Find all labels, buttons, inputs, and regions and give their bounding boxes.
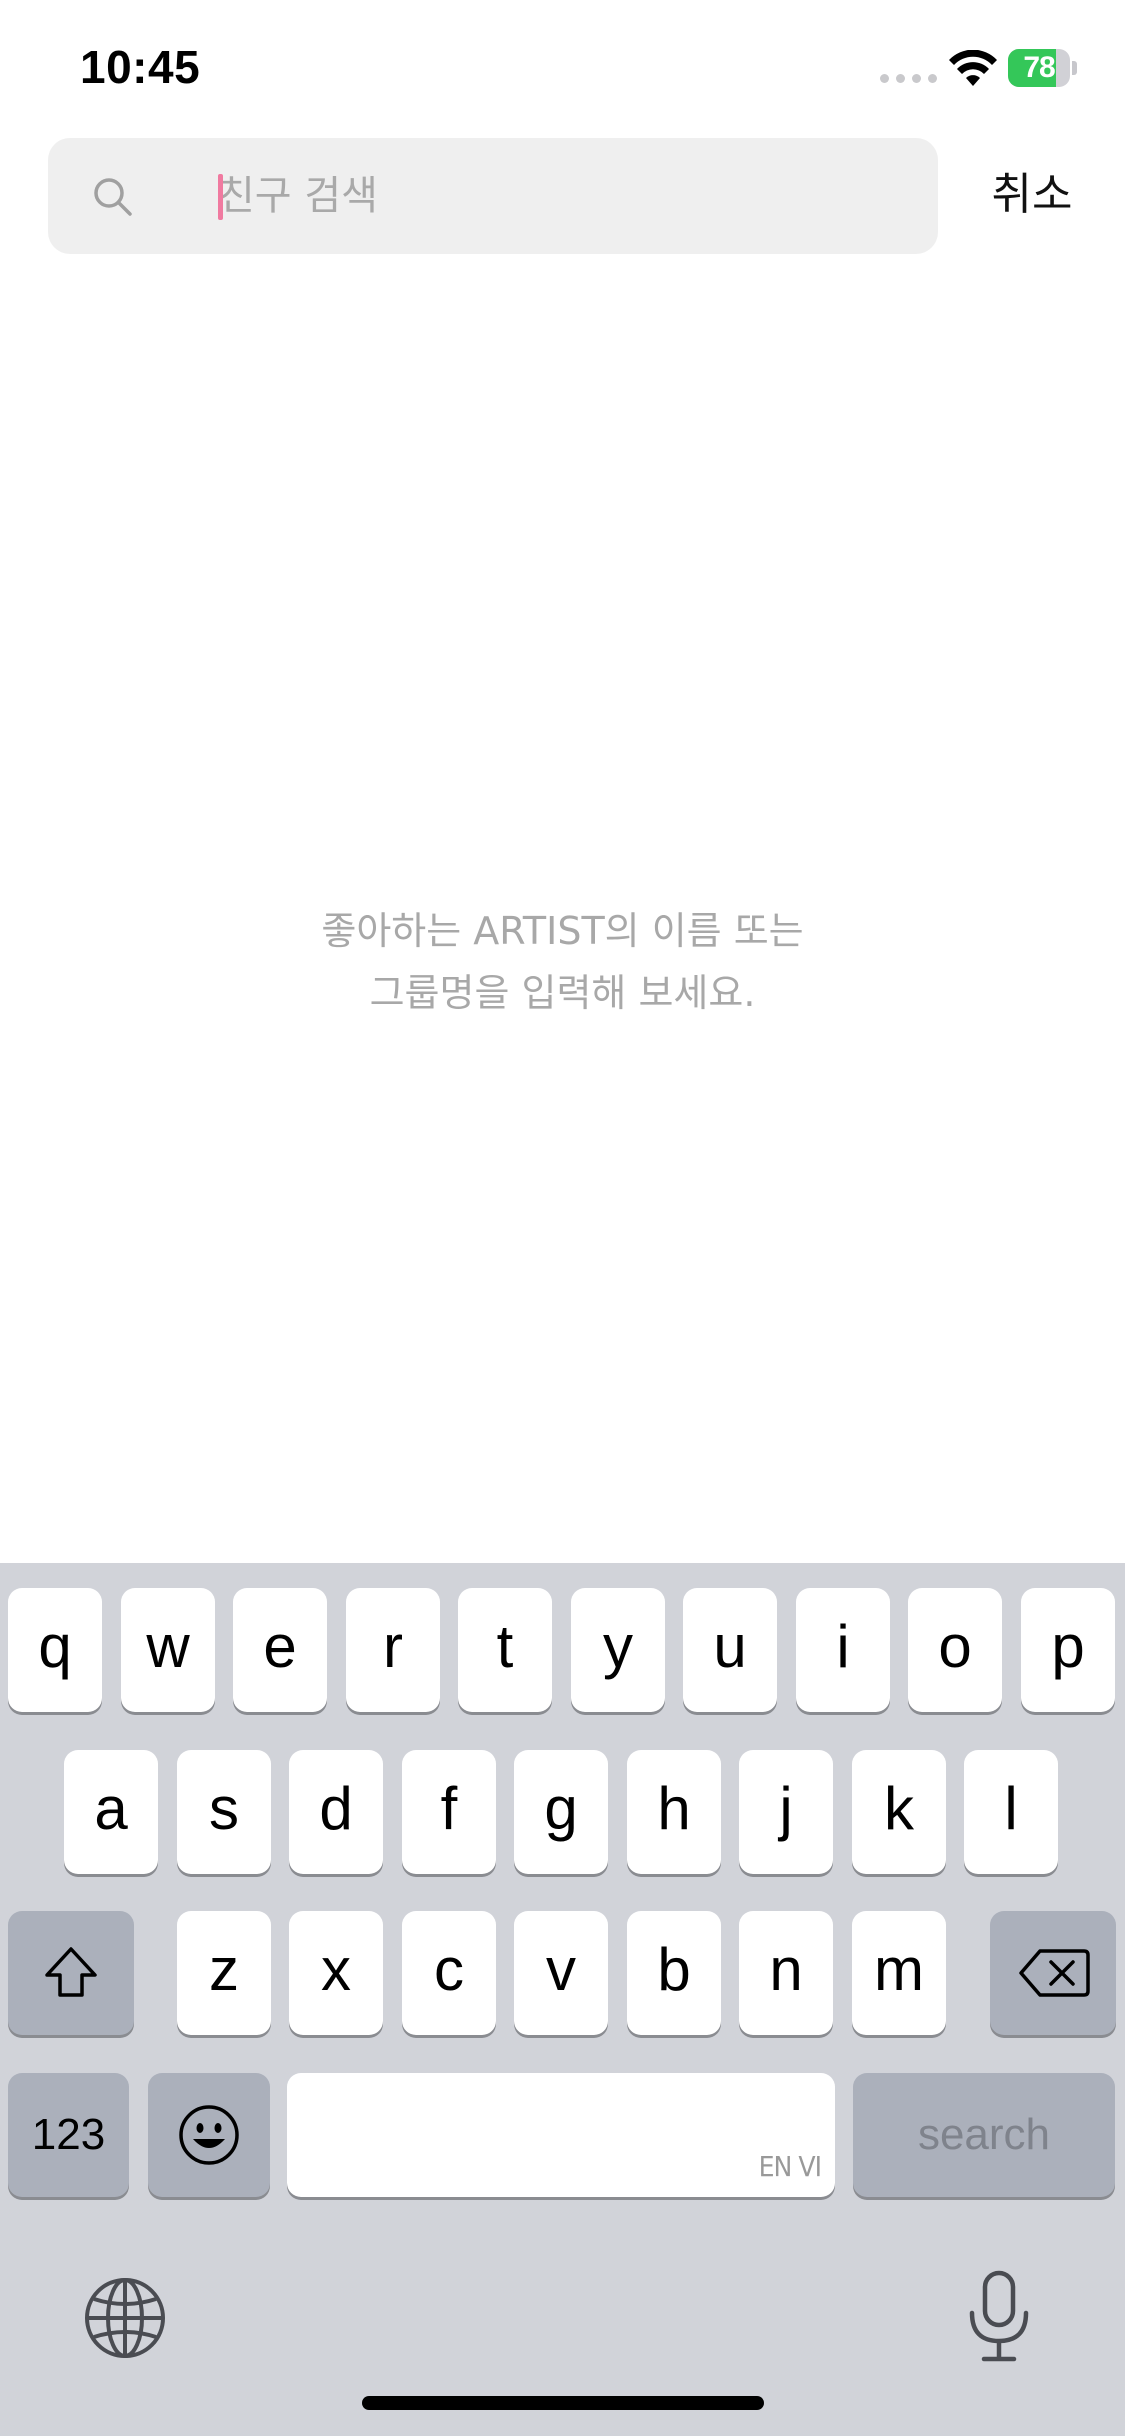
key-b[interactable]: b (627, 1911, 721, 2035)
key-c[interactable]: c (402, 1911, 496, 2035)
globe-icon[interactable] (82, 2275, 168, 2361)
battery-level: 78 (1023, 51, 1055, 84)
numbers-key[interactable]: 123 (8, 2073, 129, 2197)
key-d[interactable]: d (289, 1750, 383, 1874)
keyboard: q w e r t y u i o p a s d f g h j k l z … (0, 1563, 1125, 2436)
shift-icon (45, 1947, 97, 1997)
search-bar[interactable] (48, 138, 938, 254)
microphone-icon[interactable] (964, 2269, 1034, 2365)
key-q[interactable]: q (8, 1588, 102, 1712)
key-z[interactable]: z (177, 1911, 271, 2035)
key-p[interactable]: p (1021, 1588, 1115, 1712)
key-y[interactable]: y (571, 1588, 665, 1712)
space-key[interactable]: EN VI (287, 2073, 835, 2197)
shift-key[interactable] (8, 1911, 134, 2035)
key-x[interactable]: x (289, 1911, 383, 2035)
status-bar: 10:45 78 (0, 0, 1125, 140)
key-n[interactable]: n (739, 1911, 833, 2035)
empty-state-hint: 좋아하는 ARTIST의 이름 또는 그룹명을 입력해 보세요. (0, 900, 1125, 1024)
status-time: 10:45 (80, 41, 201, 93)
key-l[interactable]: l (964, 1750, 1058, 1874)
key-s[interactable]: s (177, 1750, 271, 1874)
key-i[interactable]: i (796, 1588, 890, 1712)
key-u[interactable]: u (683, 1588, 777, 1712)
battery-icon: 78 (1008, 49, 1078, 87)
key-w[interactable]: w (121, 1588, 215, 1712)
space-language-label: EN VI (758, 2150, 822, 2183)
search-screen: 10:45 78 취소 좋아하는 ARTIST의 이름 또는 그룹명을 입력해 (0, 0, 1125, 2436)
key-a[interactable]: a (64, 1750, 158, 1874)
search-return-key[interactable]: search (853, 2073, 1115, 2197)
key-f[interactable]: f (402, 1750, 496, 1874)
key-e[interactable]: e (233, 1588, 327, 1712)
delete-icon (1019, 1949, 1090, 1997)
key-k[interactable]: k (852, 1750, 946, 1874)
key-o[interactable]: o (908, 1588, 1002, 1712)
search-input[interactable] (218, 166, 898, 226)
key-v[interactable]: v (514, 1911, 608, 2035)
text-caret (218, 174, 223, 220)
delete-key[interactable] (990, 1911, 1116, 2035)
search-icon (94, 178, 132, 216)
cancel-button[interactable]: 취소 (972, 160, 1092, 230)
cellular-signal-icon (880, 74, 937, 83)
empty-state-line-1: 좋아하는 ARTIST의 이름 또는 (321, 909, 804, 953)
key-j[interactable]: j (739, 1750, 833, 1874)
wifi-icon (949, 50, 997, 86)
emoji-icon (179, 2105, 239, 2165)
empty-state-line-2: 그룹명을 입력해 보세요. (369, 971, 756, 1015)
emoji-key[interactable] (148, 2073, 270, 2197)
key-r[interactable]: r (346, 1588, 440, 1712)
key-t[interactable]: t (458, 1588, 552, 1712)
key-m[interactable]: m (852, 1911, 946, 2035)
key-h[interactable]: h (627, 1750, 721, 1874)
home-indicator (362, 2396, 764, 2410)
key-g[interactable]: g (514, 1750, 608, 1874)
